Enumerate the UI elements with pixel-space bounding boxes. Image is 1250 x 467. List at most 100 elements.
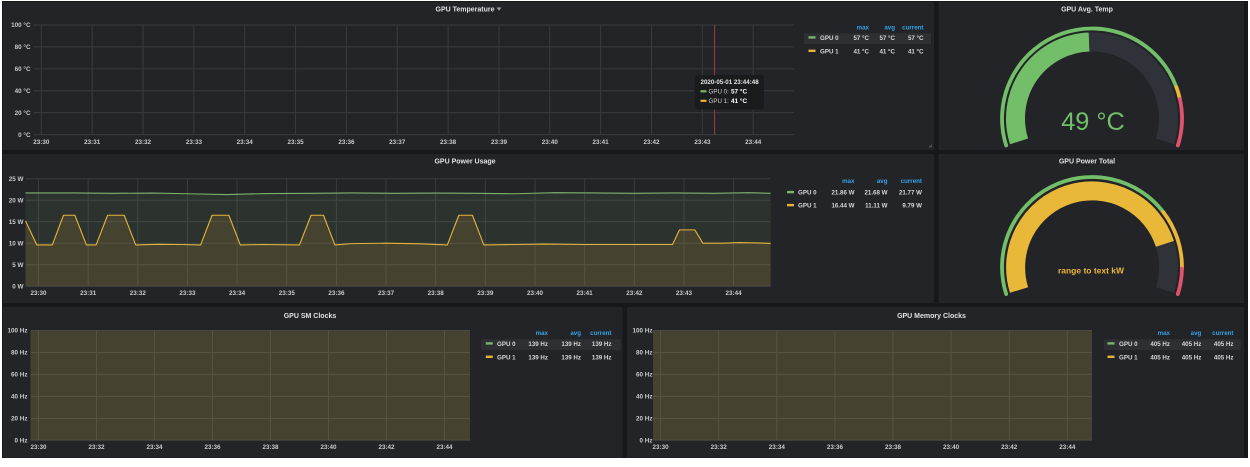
svg-text:23:37: 23:37 (378, 290, 395, 297)
svg-text:0 W: 0 W (12, 283, 23, 290)
svg-text:23:36: 23:36 (338, 139, 355, 146)
svg-text:80 Hz: 80 Hz (636, 350, 652, 357)
svg-text:23:31: 23:31 (80, 290, 97, 297)
svg-text:23:39: 23:39 (491, 139, 508, 146)
svg-text:max: max (842, 178, 855, 185)
svg-text:23:42: 23:42 (626, 290, 643, 297)
svg-text:current: current (901, 178, 922, 185)
svg-text:20 Hz: 20 Hz (636, 416, 652, 423)
svg-text:range to text kW: range to text kW (1058, 266, 1125, 276)
svg-text:23:30: 23:30 (30, 444, 47, 451)
svg-text:23:41: 23:41 (577, 290, 594, 297)
svg-text:21.68 W: 21.68 W (864, 190, 887, 197)
svg-text:405 Hz: 405 Hz (1214, 341, 1234, 348)
svg-text:23:44: 23:44 (745, 139, 762, 146)
svg-text:23:32: 23:32 (711, 444, 728, 451)
svg-text:60 Hz: 60 Hz (11, 372, 27, 379)
svg-text:avg: avg (570, 330, 581, 337)
svg-text:10 W: 10 W (9, 240, 24, 247)
svg-text:23:30: 23:30 (30, 290, 47, 297)
svg-text:23:34: 23:34 (229, 290, 246, 297)
svg-text:23:31: 23:31 (84, 139, 101, 146)
svg-text:40 Hz: 40 Hz (11, 394, 27, 401)
svg-text:16.44 W: 16.44 W (831, 203, 854, 210)
svg-text:GPU 1: GPU 1 (820, 48, 839, 55)
svg-text:23:30: 23:30 (33, 139, 50, 146)
svg-text:23:36: 23:36 (204, 444, 221, 451)
svg-text:60 °C: 60 °C (15, 65, 31, 73)
svg-text:0 °C: 0 °C (18, 131, 31, 139)
svg-text:57 °C: 57 °C (879, 35, 895, 42)
svg-text:20 Hz: 20 Hz (11, 416, 27, 423)
svg-text:23:33: 23:33 (179, 290, 196, 297)
svg-text:GPU 0: GPU 0 (798, 190, 817, 197)
svg-text:57 °C: 57 °C (908, 35, 924, 42)
svg-text:23:38: 23:38 (885, 444, 902, 451)
svg-text:405 Hz: 405 Hz (1150, 341, 1170, 348)
svg-text:23:34: 23:34 (769, 444, 786, 451)
svg-text:139 Hz: 139 Hz (592, 354, 612, 361)
svg-text:80 Hz: 80 Hz (11, 350, 27, 357)
svg-text:25 W: 25 W (9, 176, 24, 183)
svg-text:23:39: 23:39 (477, 290, 494, 297)
svg-text:GPU SM Clocks: GPU SM Clocks (284, 313, 337, 320)
svg-text:20 W: 20 W (9, 197, 24, 204)
svg-text:100 Hz: 100 Hz (8, 328, 28, 335)
svg-text:405 Hz: 405 Hz (1214, 354, 1234, 361)
svg-text:GPU Memory Clocks: GPU Memory Clocks (897, 313, 966, 320)
svg-text:23:42: 23:42 (643, 139, 660, 146)
svg-text:23:40: 23:40 (542, 139, 559, 146)
svg-text:0 Hz: 0 Hz (15, 438, 28, 445)
svg-text:current: current (902, 25, 923, 32)
svg-text:23:38: 23:38 (428, 290, 445, 297)
svg-text:23:32: 23:32 (130, 290, 147, 297)
svg-text:GPU Power Usage: GPU Power Usage (434, 159, 495, 166)
svg-text:23:36: 23:36 (827, 444, 844, 451)
svg-text:23:35: 23:35 (288, 139, 305, 146)
svg-text:139 Hz: 139 Hz (528, 354, 548, 361)
svg-text:avg: avg (884, 25, 895, 32)
svg-text:21.77 W: 21.77 W (899, 190, 922, 197)
svg-text:23:41: 23:41 (593, 139, 610, 146)
svg-text:57 °C: 57 °C (731, 88, 747, 96)
svg-text:23:33: 23:33 (186, 139, 203, 146)
svg-text:GPU 1: GPU 1 (1119, 354, 1138, 361)
svg-text:0 Hz: 0 Hz (640, 438, 653, 445)
svg-text:GPU 1: GPU 1 (798, 203, 817, 210)
svg-text:139 Hz: 139 Hz (592, 341, 612, 348)
svg-text:23:40: 23:40 (943, 444, 960, 451)
svg-text:9.79 W: 9.79 W (902, 203, 922, 210)
svg-text:23:44: 23:44 (436, 444, 453, 451)
svg-text:100 °C: 100 °C (11, 21, 31, 29)
svg-text:23:30: 23:30 (653, 444, 670, 451)
svg-text:avg: avg (877, 178, 888, 185)
svg-text:GPU 0: GPU 0 (497, 341, 516, 348)
svg-text:405 Hz: 405 Hz (1150, 354, 1170, 361)
svg-text:GPU 1: GPU 1 (497, 354, 516, 361)
svg-text:23:43: 23:43 (676, 290, 693, 297)
svg-text:57 °C: 57 °C (853, 35, 869, 42)
svg-text:23:32: 23:32 (135, 139, 152, 146)
svg-text:23:40: 23:40 (527, 290, 544, 297)
svg-text:41 °C: 41 °C (879, 48, 895, 55)
svg-text:23:38: 23:38 (440, 139, 457, 146)
svg-text:23:43: 23:43 (694, 139, 711, 146)
svg-text:80 °C: 80 °C (15, 43, 31, 51)
svg-text:23:35: 23:35 (279, 290, 296, 297)
svg-text:max: max (1158, 330, 1171, 337)
svg-text:2020-05-01 23:44:48: 2020-05-01 23:44:48 (701, 79, 760, 86)
svg-text:avg: avg (1191, 330, 1202, 337)
svg-text:23:40: 23:40 (320, 444, 337, 451)
svg-text:100 Hz: 100 Hz (633, 328, 653, 335)
svg-text:GPU Temperature: GPU Temperature (436, 7, 495, 14)
svg-text:23:37: 23:37 (389, 139, 406, 146)
svg-text:max: max (536, 330, 549, 337)
svg-text:GPU 1:: GPU 1: (709, 98, 730, 105)
svg-text:405 Hz: 405 Hz (1182, 341, 1202, 348)
svg-text:23:34: 23:34 (146, 444, 163, 451)
svg-text:405 Hz: 405 Hz (1182, 354, 1202, 361)
svg-text:GPU 0: GPU 0 (820, 35, 839, 42)
svg-text:current: current (590, 330, 611, 337)
svg-text:23:44: 23:44 (1059, 444, 1076, 451)
svg-text:139 Hz: 139 Hz (561, 354, 581, 361)
